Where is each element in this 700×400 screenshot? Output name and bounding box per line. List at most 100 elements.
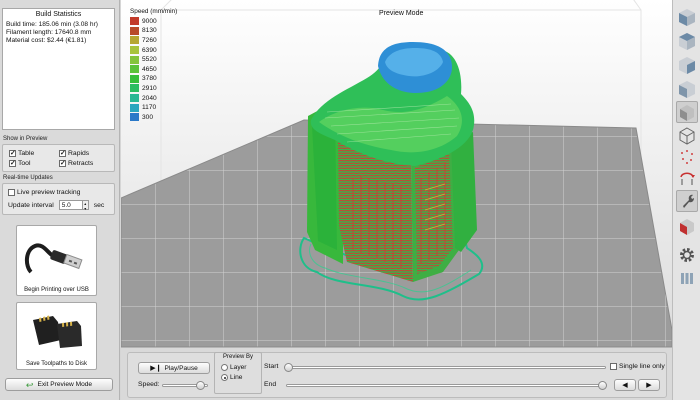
- legend-swatch: [130, 46, 139, 55]
- exit-preview-label: Exit Preview Mode: [37, 381, 93, 388]
- legend-swatch: [130, 17, 139, 26]
- legend-row: 9000: [130, 17, 177, 26]
- rapids-checkbox[interactable]: ✓ Rapids: [59, 149, 109, 158]
- filament-length-text: Filament length: 17640.8 mm: [6, 29, 92, 36]
- legend-value: 8130: [142, 27, 157, 35]
- solid-cube-icon: [680, 105, 694, 121]
- end-slider-knob[interactable]: [598, 381, 607, 390]
- solid-view-toggle[interactable]: [676, 101, 698, 123]
- usb-cable-icon: [24, 243, 83, 274]
- speed-label: Speed:: [138, 381, 160, 388]
- gear-icon[interactable]: [677, 245, 697, 265]
- cube-red-icon[interactable]: [677, 216, 697, 236]
- start-slider[interactable]: [286, 366, 606, 369]
- start-slider-knob[interactable]: [284, 363, 293, 372]
- line-radio[interactable]: Line: [221, 373, 261, 382]
- checkmark-icon: ✓: [9, 150, 16, 157]
- save-toolpaths-caption: Save Toolpaths to Disk: [26, 361, 87, 367]
- legend-swatch: [130, 55, 139, 64]
- wrench-icon: [683, 194, 694, 208]
- show-in-preview-label: Show in Preview: [3, 136, 48, 142]
- exit-preview-button[interactable]: ↩ Exit Preview Mode: [5, 378, 113, 391]
- play-pause-button[interactable]: ▶❙ Play/Pause: [138, 362, 210, 374]
- legend-swatch: [130, 74, 139, 83]
- layers-icon[interactable]: [677, 268, 697, 288]
- step-forward-button[interactable]: ▶: [638, 379, 660, 391]
- realtime-updates-group: Live preview tracking Update interval 5.…: [2, 183, 115, 215]
- right-toolbar: [672, 0, 700, 400]
- end-label: End: [264, 381, 277, 388]
- retracts-label: Retracts: [68, 160, 94, 167]
- play-pause-icon: ▶❙: [150, 365, 162, 372]
- legend-swatch: [130, 65, 139, 74]
- view-cube-iso-icon[interactable]: [677, 79, 697, 99]
- table-checkbox[interactable]: ✓ Table: [9, 149, 59, 158]
- legend-value: 7260: [142, 36, 157, 44]
- legend-row: 4650: [130, 65, 177, 74]
- legend-row: 1170: [130, 103, 177, 112]
- single-line-checkbox[interactable]: Single line only: [610, 362, 665, 371]
- playback-controls: ▶❙ Play/Pause Speed: Preview By Layer Li…: [121, 347, 672, 400]
- speed-legend: Speed (mm/min) 9000 8130 7260 6390 5520 4650 3…: [130, 8, 177, 122]
- usb-print-caption: Begin Printing over USB: [24, 287, 89, 293]
- tool-checkbox[interactable]: ✓ Tool: [9, 159, 59, 168]
- legend-swatch: [130, 94, 139, 103]
- legend-value: 6390: [142, 46, 157, 54]
- speed-slider-knob[interactable]: [196, 381, 205, 390]
- legend-swatch: [130, 113, 139, 122]
- triangle-right-icon: ▶: [646, 382, 652, 389]
- legend-value: 300: [142, 113, 154, 121]
- back-arrow-icon: ↩: [25, 379, 34, 390]
- line-radio-label: Line: [230, 374, 243, 381]
- material-cost-text: Material cost: $2.44 (€1.81): [6, 37, 87, 44]
- checkmark-icon: ✓: [59, 150, 66, 157]
- view-cube-side-icon[interactable]: [677, 55, 697, 75]
- legend-row: 8130: [130, 26, 177, 36]
- live-preview-label: Live preview tracking: [17, 189, 81, 196]
- view-cube-front-icon[interactable]: [677, 7, 697, 27]
- legend-row: 5520: [130, 55, 177, 64]
- tool-label: Tool: [18, 160, 31, 167]
- step-back-button[interactable]: ◀: [614, 379, 636, 391]
- build-time-text: Build time: 185.06 min (3.08 hr): [6, 21, 98, 28]
- rotate-icon[interactable]: [677, 169, 697, 189]
- legend-row: 2040: [130, 94, 177, 103]
- legend-row: 7260: [130, 36, 177, 45]
- legend-value: 3780: [142, 75, 157, 83]
- play-pause-label: Play/Pause: [164, 364, 198, 372]
- legend-value: 4650: [142, 65, 157, 73]
- legend-swatch: [130, 84, 139, 93]
- legend-row: 6390: [130, 46, 177, 55]
- end-slider[interactable]: [286, 384, 606, 387]
- realtime-updates-label: Real-time Updates: [3, 175, 53, 181]
- wrench-tool-toggle[interactable]: [676, 190, 698, 212]
- layer-radio[interactable]: Layer: [221, 363, 261, 372]
- save-toolpaths-button[interactable]: Save Toolpaths to Disk: [16, 302, 97, 370]
- checkbox-box: [8, 189, 15, 196]
- preview-scene: [121, 0, 672, 347]
- usb-print-button[interactable]: Begin Printing over USB: [16, 225, 97, 296]
- legend-row: 2910: [130, 84, 177, 93]
- legend-value: 9000: [142, 17, 157, 25]
- view-cube-top-icon[interactable]: [677, 31, 697, 51]
- interval-stepper[interactable]: ▴ ▾: [82, 200, 89, 211]
- table-label: Table: [18, 150, 35, 157]
- live-preview-checkbox[interactable]: Live preview tracking: [8, 188, 114, 197]
- 3d-preview-viewport[interactable]: Speed (mm/min) 9000 8130 7260 6390 5520 4650 3…: [121, 0, 672, 347]
- playback-frame: ▶❙ Play/Pause Speed: Preview By Layer Li…: [127, 352, 667, 398]
- points-icon[interactable]: [677, 147, 697, 167]
- rapids-label: Rapids: [68, 150, 90, 157]
- legend-swatch: [130, 26, 139, 35]
- legend-value: 5520: [142, 56, 157, 64]
- build-statistics-panel: Build Statistics Build time: 185.06 min …: [2, 8, 115, 130]
- update-interval-field[interactable]: 5.0: [58, 200, 83, 210]
- single-line-label: Single line only: [619, 363, 665, 370]
- wire-cube-icon[interactable]: [677, 125, 697, 145]
- layer-radio-label: Layer: [230, 364, 247, 371]
- speed-legend-title: Speed (mm/min): [130, 8, 178, 15]
- preview-by-group: Preview By Layer Line: [214, 352, 262, 394]
- build-statistics-title: Build Statistics: [35, 11, 82, 18]
- triangle-left-icon: ◀: [622, 382, 628, 389]
- show-in-preview-group: ✓ Table ✓ Rapids ✓ Tool ✓ Retracts: [2, 144, 115, 172]
- retracts-checkbox[interactable]: ✓ Retracts: [59, 159, 109, 168]
